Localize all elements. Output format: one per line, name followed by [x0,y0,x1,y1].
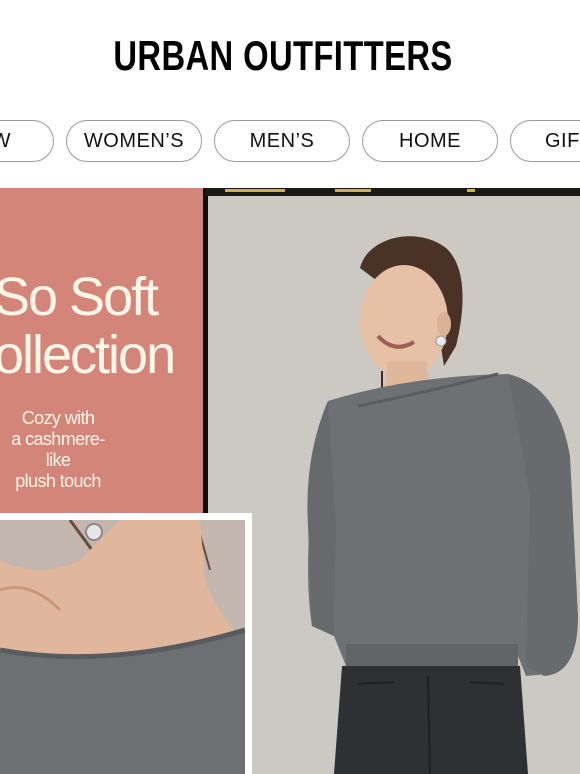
hero-headline-line2: ollection [0,325,176,385]
hero-headline-line1: So Soft [0,267,159,327]
nav-pill-label: MEN’S [249,129,315,152]
model-photo [208,196,580,774]
nav-pill-label: W [0,129,11,152]
nav-pill-new[interactable]: W [0,120,54,162]
category-nav: W WOMEN’S MEN’S HOME GIF [0,120,580,164]
nav-pill-gifts[interactable]: GIF [510,120,580,162]
hero-banner[interactable]: So Soft ollection Cozy with a cashmere-l… [0,188,580,774]
nav-pill-label: HOME [399,129,461,152]
hero-subtext-line2: a cashmere-like [11,429,105,470]
nav-pill-womens[interactable]: WOMEN’S [66,120,202,162]
nav-pill-label: WOMEN’S [83,129,185,152]
nav-pill-home[interactable]: HOME [362,120,498,162]
site-header: URBAN OUTFITTERS [0,0,580,118]
nav-pill-mens[interactable]: MEN’S [214,120,350,162]
hero-subtext: Cozy with a cashmere-like plush touch [0,408,116,492]
detail-photo-frame [0,513,252,774]
nav-pill-label: GIF [545,129,580,152]
top-photo-strip [205,188,580,196]
promo-panel: So Soft ollection Cozy with a cashmere-l… [0,188,203,515]
brand-logo[interactable]: URBAN OUTFITTERS [62,30,503,82]
model-illustration [208,196,580,774]
hero-subtext-line3: plush touch [15,471,101,491]
neckline-detail-illustration [0,520,245,774]
detail-photo [0,520,245,774]
hero-subtext-line1: Cozy with [21,408,95,428]
